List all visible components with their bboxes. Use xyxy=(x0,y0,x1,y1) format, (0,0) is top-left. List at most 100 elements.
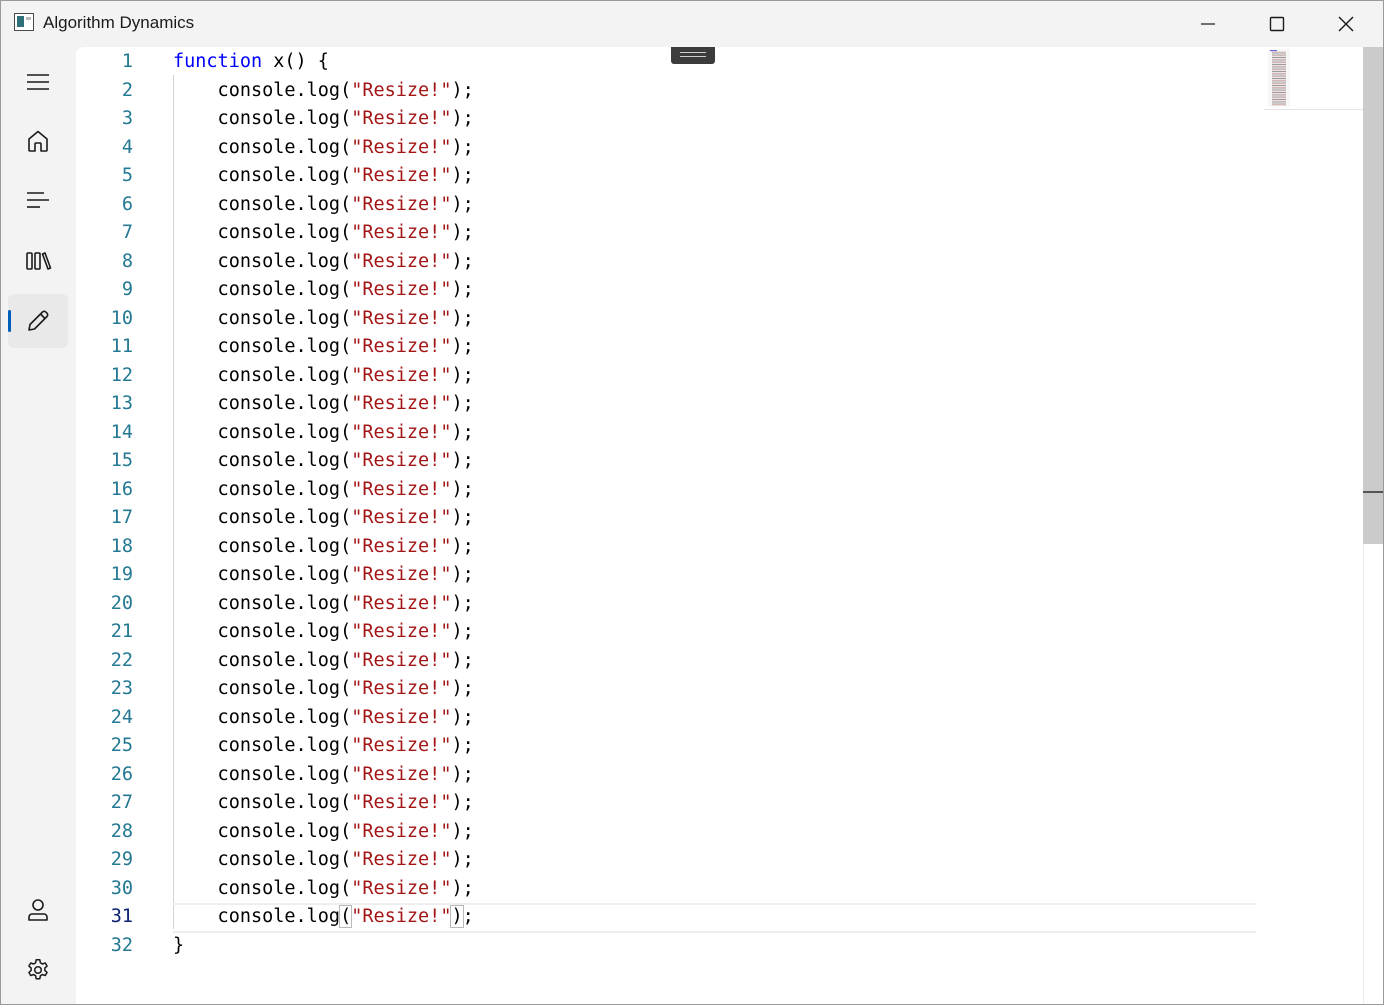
vertical-scrollbar-thumb[interactable] xyxy=(1363,47,1383,544)
code-line[interactable]: 7 console.log("Resize!"); xyxy=(76,219,1256,247)
code-text[interactable]: console.log("Resize!"); xyxy=(173,419,474,447)
title-bar[interactable]: Algorithm Dynamics xyxy=(1,1,1383,47)
code-text[interactable]: console.log("Resize!"); xyxy=(173,390,474,418)
code-line[interactable]: 10 console.log("Resize!"); xyxy=(76,305,1256,333)
code-line[interactable]: 13 console.log("Resize!"); xyxy=(76,390,1256,418)
maximize-button[interactable] xyxy=(1243,1,1312,47)
line-number: 9 xyxy=(121,279,133,300)
code-editor[interactable]: 1 function x() {2 console.log("Resize!");… xyxy=(76,47,1383,1004)
code-token-str: "Resize!" xyxy=(351,307,452,329)
code-text[interactable]: console.log("Resize!"); xyxy=(173,647,474,675)
code-line[interactable]: 30 console.log("Resize!"); xyxy=(76,875,1256,903)
code-token-pre: console.log( xyxy=(173,564,352,585)
nav-item-settings[interactable] xyxy=(8,943,68,997)
code-text[interactable]: console.log("Resize!"); xyxy=(173,761,474,789)
code-line[interactable]: 4 console.log("Resize!"); xyxy=(76,134,1256,162)
code-line[interactable]: 26 console.log("Resize!"); xyxy=(76,761,1256,789)
code-text[interactable]: console.log("Resize!"); xyxy=(173,732,474,760)
code-text[interactable]: console.log("Resize!"); xyxy=(173,704,474,732)
code-text[interactable]: console.log("Resize!"); xyxy=(173,504,474,532)
code-text[interactable]: console.log("Resize!"); xyxy=(173,219,474,247)
nav-item-home[interactable] xyxy=(8,114,68,168)
line-number: 18 xyxy=(110,535,133,557)
code-line[interactable]: 31 console.log("Resize!"); xyxy=(76,903,1256,931)
code-text[interactable]: console.log("Resize!"); xyxy=(173,276,474,304)
code-line[interactable]: 8 console.log("Resize!"); xyxy=(76,248,1256,276)
code-line[interactable]: 25 console.log("Resize!"); xyxy=(76,732,1256,760)
code-line[interactable]: 17 console.log("Resize!"); xyxy=(76,504,1256,532)
code-token-post: ); xyxy=(451,792,474,813)
nav-item-account[interactable] xyxy=(8,883,68,937)
code-token-post: ); xyxy=(451,250,474,272)
code-text[interactable]: console.log("Resize!"); xyxy=(173,561,474,589)
find-widget-toggle[interactable] xyxy=(671,47,715,64)
code-text[interactable]: console.log("Resize!"); xyxy=(173,903,474,931)
code-line[interactable]: 16 console.log("Resize!"); xyxy=(76,476,1256,504)
code-text[interactable]: console.log("Resize!"); xyxy=(173,77,474,105)
code-line[interactable]: 11 console.log("Resize!"); xyxy=(76,333,1256,361)
code-line[interactable]: 32} xyxy=(76,932,1256,960)
code-token-post: ); xyxy=(451,649,474,671)
code-token-str: "Resize!" xyxy=(351,706,452,728)
code-line[interactable]: 6 console.log("Resize!"); xyxy=(76,191,1256,219)
code-token-pre: console.log( xyxy=(173,393,352,414)
code-line[interactable]: 1 function x() { xyxy=(76,48,1256,76)
minimize-button[interactable] xyxy=(1174,1,1243,47)
code-line[interactable]: 3 console.log("Resize!"); xyxy=(76,105,1256,133)
code-text[interactable]: console.log("Resize!"); xyxy=(173,447,474,475)
line-number: 25 xyxy=(110,735,133,756)
code-line[interactable]: 12 console.log("Resize!"); xyxy=(76,362,1256,390)
code-text[interactable]: } xyxy=(173,932,184,960)
code-text[interactable]: console.log("Resize!"); xyxy=(173,533,474,561)
code-text[interactable]: console.log("Resize!"); xyxy=(173,476,474,504)
text-align-left-icon xyxy=(27,192,49,208)
app-icon xyxy=(14,13,34,31)
code-text[interactable]: console.log("Resize!"); xyxy=(173,875,474,903)
line-number: 2 xyxy=(121,79,133,101)
minimap[interactable] xyxy=(1264,47,1363,110)
code-text[interactable]: console.log("Resize!"); xyxy=(173,248,474,276)
code-text[interactable]: console.log("Resize!"); xyxy=(173,305,474,333)
code-line[interactable]: 21 console.log("Resize!"); xyxy=(76,618,1256,646)
code-text[interactable]: console.log("Resize!"); xyxy=(173,191,474,219)
code-line[interactable]: 22 console.log("Resize!"); xyxy=(76,647,1256,675)
code-line[interactable]: 9 console.log("Resize!"); xyxy=(76,276,1256,304)
code-text[interactable]: console.log("Resize!"); xyxy=(173,333,474,361)
code-line[interactable]: 20 console.log("Resize!"); xyxy=(76,590,1256,618)
code-line[interactable]: 15 console.log("Resize!"); xyxy=(76,447,1256,475)
code-line[interactable]: 2 console.log("Resize!"); xyxy=(76,77,1256,105)
code-text[interactable]: console.log("Resize!"); xyxy=(173,105,474,133)
code-text[interactable]: console.log("Resize!"); xyxy=(173,362,474,390)
code-text[interactable]: console.log("Resize!"); xyxy=(173,789,474,817)
code-text[interactable]: console.log("Resize!"); xyxy=(173,134,474,162)
code-text[interactable]: function x() { xyxy=(173,48,329,76)
code-text[interactable]: console.log("Resize!"); xyxy=(173,618,474,646)
code-text[interactable]: console.log("Resize!"); xyxy=(173,162,474,190)
code-token-post: ); xyxy=(451,165,474,186)
code-line[interactable]: 5 console.log("Resize!"); xyxy=(76,162,1256,190)
code-line[interactable]: 14 console.log("Resize!"); xyxy=(76,419,1256,447)
nav-menu-button[interactable] xyxy=(8,55,68,109)
code-line[interactable]: 24 console.log("Resize!"); xyxy=(76,704,1256,732)
code-line[interactable]: 19 console.log("Resize!"); xyxy=(76,561,1256,589)
code-line[interactable]: 23 console.log("Resize!"); xyxy=(76,675,1256,703)
line-number: 14 xyxy=(110,421,133,443)
maximize-icon xyxy=(1269,16,1285,32)
code-text[interactable]: console.log("Resize!"); xyxy=(173,590,474,618)
code-text[interactable]: console.log("Resize!"); xyxy=(173,818,474,846)
nav-item-outline[interactable] xyxy=(8,174,68,228)
line-number: 6 xyxy=(121,193,133,215)
code-line[interactable]: 28 console.log("Resize!"); xyxy=(76,818,1256,846)
close-button[interactable] xyxy=(1312,1,1381,47)
code-line[interactable]: 29 console.log("Resize!"); xyxy=(76,846,1256,874)
code-line[interactable]: 18 console.log("Resize!"); xyxy=(76,533,1256,561)
code-text[interactable]: console.log("Resize!"); xyxy=(173,846,474,874)
nav-item-edit[interactable] xyxy=(8,294,68,348)
code-token-pre: console.log( xyxy=(173,849,352,870)
code-text[interactable]: console.log("Resize!"); xyxy=(173,675,474,703)
code-token-post: ); xyxy=(451,193,474,215)
nav-item-library[interactable] xyxy=(8,234,68,288)
code-line[interactable]: 27 console.log("Resize!"); xyxy=(76,789,1256,817)
code-token-post: ); xyxy=(451,877,474,899)
line-number: 30 xyxy=(110,877,133,899)
